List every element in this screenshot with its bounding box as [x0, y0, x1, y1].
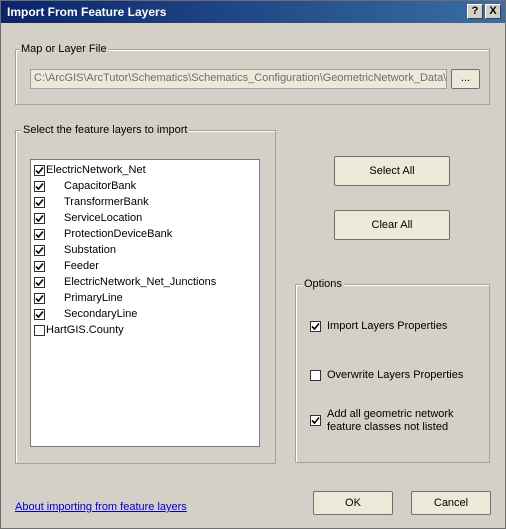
layer-checkbox[interactable] [34, 229, 45, 240]
checkmark-icon [35, 166, 44, 175]
overwrite-properties-checkbox[interactable] [310, 370, 321, 381]
layer-label: SecondaryLine [64, 308, 138, 320]
browse-button[interactable]: ... [451, 69, 480, 89]
add-all-classes-checkbox[interactable] [310, 415, 321, 426]
clear-all-button[interactable]: Clear All [334, 210, 450, 240]
title-bar: Import From Feature Layers ? X [1, 1, 505, 23]
layer-item[interactable]: Feeder [31, 258, 257, 274]
layer-label: ElectricNetwork_Net [46, 164, 146, 176]
layer-label: PrimaryLine [64, 292, 123, 304]
layer-checkbox[interactable] [34, 261, 45, 272]
add-all-classes-label-line1: Add all geometric network [327, 408, 454, 420]
layer-item[interactable]: ElectricNetwork_Net [31, 162, 257, 178]
map-file-group-label: Map or Layer File [19, 43, 109, 55]
layer-label: ElectricNetwork_Net_Junctions [64, 276, 217, 288]
options-group-label: Options [302, 278, 344, 290]
import-properties-checkbox[interactable] [310, 321, 321, 332]
layer-item[interactable]: CapacitorBank [31, 178, 257, 194]
checkmark-icon [35, 182, 44, 191]
layer-item[interactable]: PrimaryLine [31, 290, 257, 306]
checkmark-icon [35, 262, 44, 271]
cancel-button[interactable]: Cancel [411, 491, 491, 515]
help-link[interactable]: About importing from feature layers [15, 501, 187, 513]
layer-label: Feeder [64, 260, 99, 272]
layer-checkbox[interactable] [34, 309, 45, 320]
layers-group-label: Select the feature layers to import [21, 124, 190, 136]
layer-item[interactable]: ServiceLocation [31, 210, 257, 226]
layer-label: HartGIS.County [46, 324, 124, 336]
ok-button[interactable]: OK [313, 491, 393, 515]
layer-checkbox[interactable] [34, 293, 45, 304]
window-title: Import From Feature Layers [7, 5, 167, 19]
checkmark-icon [311, 322, 320, 331]
cancel-label: Cancel [433, 497, 469, 509]
layer-label: CapacitorBank [64, 180, 137, 192]
close-button[interactable]: X [485, 4, 501, 19]
layer-checkbox[interactable] [34, 325, 45, 336]
layer-item[interactable]: TransformerBank [31, 194, 257, 210]
layer-checkbox[interactable] [34, 213, 45, 224]
layer-checkbox[interactable] [34, 277, 45, 288]
layer-checkbox[interactable] [34, 181, 45, 192]
checkmark-icon [35, 278, 44, 287]
layer-label: Substation [64, 244, 116, 256]
layer-label: TransformerBank [64, 196, 149, 208]
layer-item[interactable]: ElectricNetwork_Net_Junctions [31, 274, 257, 290]
ok-label: OK [345, 497, 361, 509]
layer-checkbox[interactable] [34, 165, 45, 176]
help-button[interactable]: ? [467, 4, 483, 19]
checkmark-icon [35, 310, 44, 319]
layer-item[interactable]: ProtectionDeviceBank [31, 226, 257, 242]
layer-item[interactable]: Substation [31, 242, 257, 258]
layer-checkbox[interactable] [34, 245, 45, 256]
layer-label: ProtectionDeviceBank [64, 228, 173, 240]
feature-layers-list[interactable]: ElectricNetwork_Net CapacitorBank Transfor… [30, 159, 260, 447]
browse-button-label: ... [460, 72, 471, 84]
select-all-label: Select All [369, 165, 415, 177]
checkmark-icon [35, 246, 44, 255]
checkmark-icon [35, 214, 44, 223]
add-all-classes-label-line2: feature classes not listed [327, 421, 449, 433]
import-dialog: Import From Feature Layers ? X Map or La… [0, 0, 506, 529]
layer-item[interactable]: SecondaryLine [31, 306, 257, 322]
clear-all-label: Clear All [371, 219, 413, 231]
layer-label: ServiceLocation [64, 212, 143, 224]
map-file-path-field[interactable]: C:\ArcGIS\ArcTutor\Schematics\Schematics… [30, 69, 447, 89]
layer-item[interactable]: HartGIS.County [31, 322, 257, 338]
checkmark-icon [35, 294, 44, 303]
checkmark-icon [35, 198, 44, 207]
select-all-button[interactable]: Select All [334, 156, 450, 186]
layer-checkbox[interactable] [34, 197, 45, 208]
checkmark-icon [311, 416, 320, 425]
overwrite-properties-label: Overwrite Layers Properties [327, 369, 464, 381]
import-properties-label: Import Layers Properties [327, 320, 448, 332]
checkmark-icon [35, 230, 44, 239]
